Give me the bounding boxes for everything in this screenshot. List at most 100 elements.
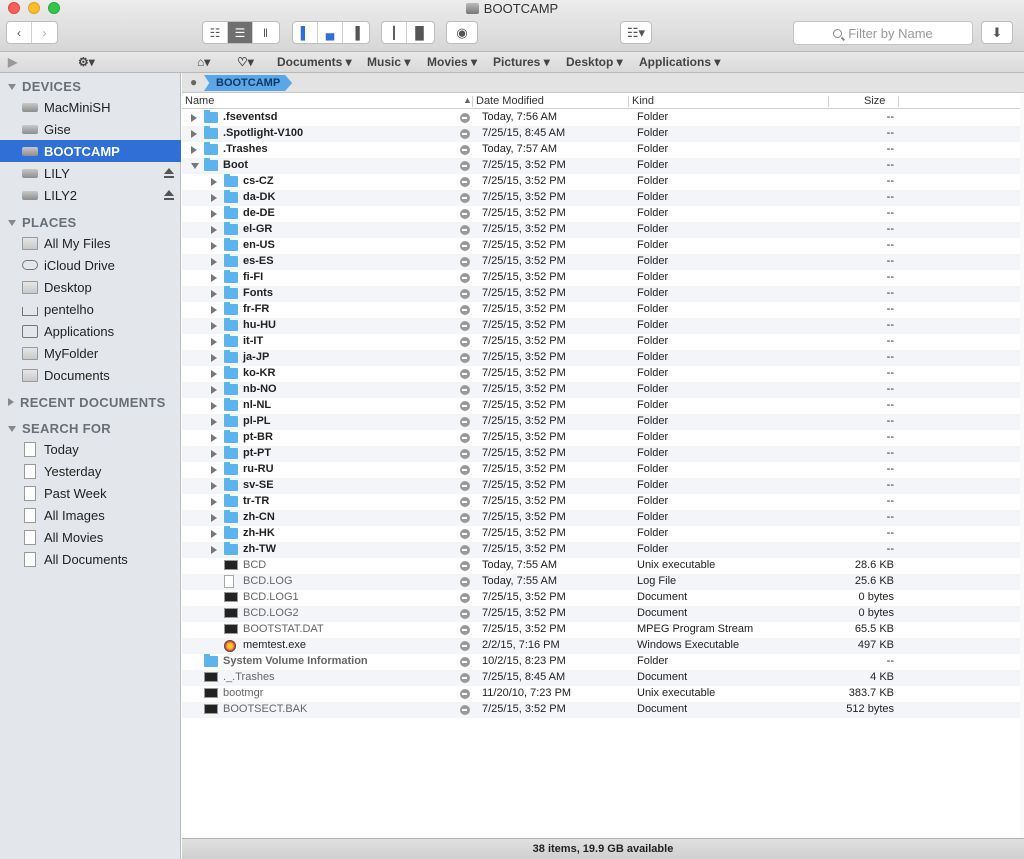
table-row[interactable]: en-US 7/25/15, 3:52 PM Folder -- bbox=[182, 238, 1024, 254]
sidebar-item-yesterday[interactable]: Yesterday bbox=[0, 460, 181, 482]
disclosure-right-icon[interactable] bbox=[211, 418, 217, 426]
disclosure-right-icon[interactable] bbox=[211, 386, 217, 394]
go-arrow-icon[interactable] bbox=[460, 369, 470, 379]
favorite-music[interactable]: Music ▾ bbox=[367, 55, 410, 69]
go-arrow-icon[interactable] bbox=[460, 289, 470, 299]
go-arrow-icon[interactable] bbox=[460, 577, 470, 587]
sidebar-play-icon[interactable]: ▶ bbox=[8, 55, 17, 69]
disclosure-right-icon[interactable] bbox=[211, 546, 217, 554]
table-row[interactable]: .fseventsd Today, 7:56 AM Folder -- bbox=[182, 110, 1024, 126]
sidebar-section-devices[interactable]: DEVICES bbox=[8, 79, 81, 94]
go-arrow-icon[interactable] bbox=[460, 545, 470, 555]
go-arrow-icon[interactable] bbox=[460, 241, 470, 251]
sidebar-item-past-week[interactable]: Past Week bbox=[0, 482, 181, 504]
go-arrow-icon[interactable] bbox=[460, 433, 470, 443]
table-row[interactable]: Boot 7/25/15, 3:52 PM Folder -- bbox=[182, 158, 1024, 174]
disclosure-right-icon[interactable] bbox=[211, 450, 217, 458]
disclosure-right-icon[interactable] bbox=[211, 530, 217, 538]
go-arrow-icon[interactable] bbox=[460, 673, 470, 683]
table-row[interactable]: .Trashes Today, 7:57 AM Folder -- bbox=[182, 142, 1024, 158]
disclosure-right-icon[interactable] bbox=[211, 434, 217, 442]
go-arrow-icon[interactable] bbox=[460, 257, 470, 267]
sidebar-item-today[interactable]: Today bbox=[0, 438, 181, 460]
apple-icon[interactable]: ● bbox=[190, 75, 197, 89]
table-row[interactable]: BOOTSECT.BAK 7/25/15, 3:52 PM Document 512 … bbox=[182, 702, 1024, 718]
disclosure-right-icon[interactable] bbox=[211, 498, 217, 506]
table-row[interactable]: BCD Today, 7:55 AM Unix executable 28.6 KB bbox=[182, 558, 1024, 574]
sidebar-item-lily2[interactable]: LILY2 bbox=[0, 184, 181, 206]
disclosure-right-icon[interactable] bbox=[211, 242, 217, 250]
icon-view-button[interactable]: ☷ bbox=[203, 22, 228, 43]
table-row[interactable]: BCD.LOG1 7/25/15, 3:52 PM Document 0 bytes bbox=[182, 590, 1024, 606]
disclosure-right-icon[interactable] bbox=[211, 354, 217, 362]
table-row[interactable]: zh-TW 7/25/15, 3:52 PM Folder -- bbox=[182, 542, 1024, 558]
coverflow-button[interactable]: ┃ bbox=[382, 22, 407, 43]
sidebar-item-documents[interactable]: Documents bbox=[0, 364, 181, 386]
sidebar-section-places[interactable]: PLACES bbox=[8, 215, 77, 230]
sidebar-item-macminish[interactable]: MacMiniSH bbox=[0, 96, 181, 118]
sidebar-item-pentelho[interactable]: pentelho bbox=[0, 298, 181, 320]
favorite-desktop[interactable]: Desktop ▾ bbox=[566, 55, 623, 69]
go-arrow-icon[interactable] bbox=[460, 625, 470, 635]
sidebar-item-desktop[interactable]: Desktop bbox=[0, 276, 181, 298]
disclosure-right-icon[interactable] bbox=[211, 258, 217, 266]
go-arrow-icon[interactable] bbox=[460, 641, 470, 651]
table-row[interactable]: sv-SE 7/25/15, 3:52 PM Folder -- bbox=[182, 478, 1024, 494]
go-arrow-icon[interactable] bbox=[460, 497, 470, 507]
download-button[interactable]: ⬇ bbox=[981, 21, 1013, 44]
table-row[interactable]: de-DE 7/25/15, 3:52 PM Folder -- bbox=[182, 206, 1024, 222]
go-arrow-icon[interactable] bbox=[460, 273, 470, 283]
sidebar-item-icloud-drive[interactable]: iCloud Drive bbox=[0, 254, 181, 276]
disclosure-right-icon[interactable] bbox=[191, 130, 197, 138]
table-row[interactable]: pl-PL 7/25/15, 3:52 PM Folder -- bbox=[182, 414, 1024, 430]
go-arrow-icon[interactable] bbox=[460, 321, 470, 331]
go-arrow-icon[interactable] bbox=[460, 593, 470, 603]
go-arrow-icon[interactable] bbox=[460, 177, 470, 187]
go-arrow-icon[interactable] bbox=[460, 225, 470, 235]
eject-icon[interactable] bbox=[164, 190, 174, 200]
table-row[interactable]: memtest.exe 2/2/15, 7:16 PM Windows Execut… bbox=[182, 638, 1024, 654]
table-row[interactable]: it-IT 7/25/15, 3:52 PM Folder -- bbox=[182, 334, 1024, 350]
disclosure-right-icon[interactable] bbox=[211, 322, 217, 330]
disclosure-right-icon[interactable] bbox=[211, 466, 217, 474]
go-arrow-icon[interactable] bbox=[460, 417, 470, 427]
table-row[interactable]: bootmgr 11/20/10, 7:23 PM Unix executable 3… bbox=[182, 686, 1024, 702]
sidebar-item-all-images[interactable]: All Images bbox=[0, 504, 181, 526]
disclosure-right-icon[interactable] bbox=[211, 370, 217, 378]
go-arrow-icon[interactable] bbox=[460, 337, 470, 347]
sidebar-item-gise[interactable]: Gise bbox=[0, 118, 181, 140]
disclosure-right-icon[interactable] bbox=[211, 290, 217, 298]
table-row[interactable]: hu-HU 7/25/15, 3:52 PM Folder -- bbox=[182, 318, 1024, 334]
table-row[interactable]: ja-JP 7/25/15, 3:52 PM Folder -- bbox=[182, 350, 1024, 366]
table-row[interactable]: el-GR 7/25/15, 3:52 PM Folder -- bbox=[182, 222, 1024, 238]
sidebar-section-search-for[interactable]: SEARCH FOR bbox=[8, 421, 111, 436]
go-arrow-icon[interactable] bbox=[460, 529, 470, 539]
favorite-pictures[interactable]: Pictures ▾ bbox=[493, 55, 550, 69]
table-row[interactable]: nl-NL 7/25/15, 3:52 PM Folder -- bbox=[182, 398, 1024, 414]
bottom-panel-button[interactable]: ▄ bbox=[318, 22, 343, 43]
table-row[interactable]: BCD.LOG Today, 7:55 AM Log File 25.6 KB bbox=[182, 574, 1024, 590]
go-arrow-icon[interactable] bbox=[460, 449, 470, 459]
table-row[interactable]: ._.Trashes 7/25/15, 8:45 AM Document 4 KB bbox=[182, 670, 1024, 686]
list-view-button[interactable]: ☰ bbox=[228, 22, 253, 43]
sidebar-item-bootcamp[interactable]: BOOTCAMP bbox=[0, 140, 181, 162]
disclosure-right-icon[interactable] bbox=[211, 514, 217, 522]
table-row[interactable]: .Spotlight-V100 7/25/15, 8:45 AM Folder -- bbox=[182, 126, 1024, 142]
disclosure-down-icon[interactable] bbox=[191, 163, 199, 169]
go-arrow-icon[interactable] bbox=[460, 465, 470, 475]
go-arrow-icon[interactable] bbox=[460, 385, 470, 395]
table-row[interactable]: System Volume Information 10/2/15, 8:23 P… bbox=[182, 654, 1024, 670]
sidebar-item-all-movies[interactable]: All Movies bbox=[0, 526, 181, 548]
sidebar-item-lily[interactable]: LILY bbox=[0, 162, 181, 184]
disclosure-right-icon[interactable] bbox=[211, 210, 217, 218]
disclosure-right-icon[interactable] bbox=[211, 226, 217, 234]
go-arrow-icon[interactable] bbox=[460, 689, 470, 699]
favorites-heart-icon[interactable]: ♡▾ bbox=[237, 55, 254, 69]
go-arrow-icon[interactable] bbox=[460, 193, 470, 203]
column-view-button[interactable]: ‖ bbox=[253, 22, 278, 43]
table-row[interactable]: tr-TR 7/25/15, 3:52 PM Folder -- bbox=[182, 494, 1024, 510]
dual-pane-button[interactable]: ▐▌ bbox=[407, 22, 432, 43]
go-arrow-icon[interactable] bbox=[460, 705, 470, 715]
disclosure-right-icon[interactable] bbox=[211, 402, 217, 410]
go-arrow-icon[interactable] bbox=[460, 513, 470, 523]
